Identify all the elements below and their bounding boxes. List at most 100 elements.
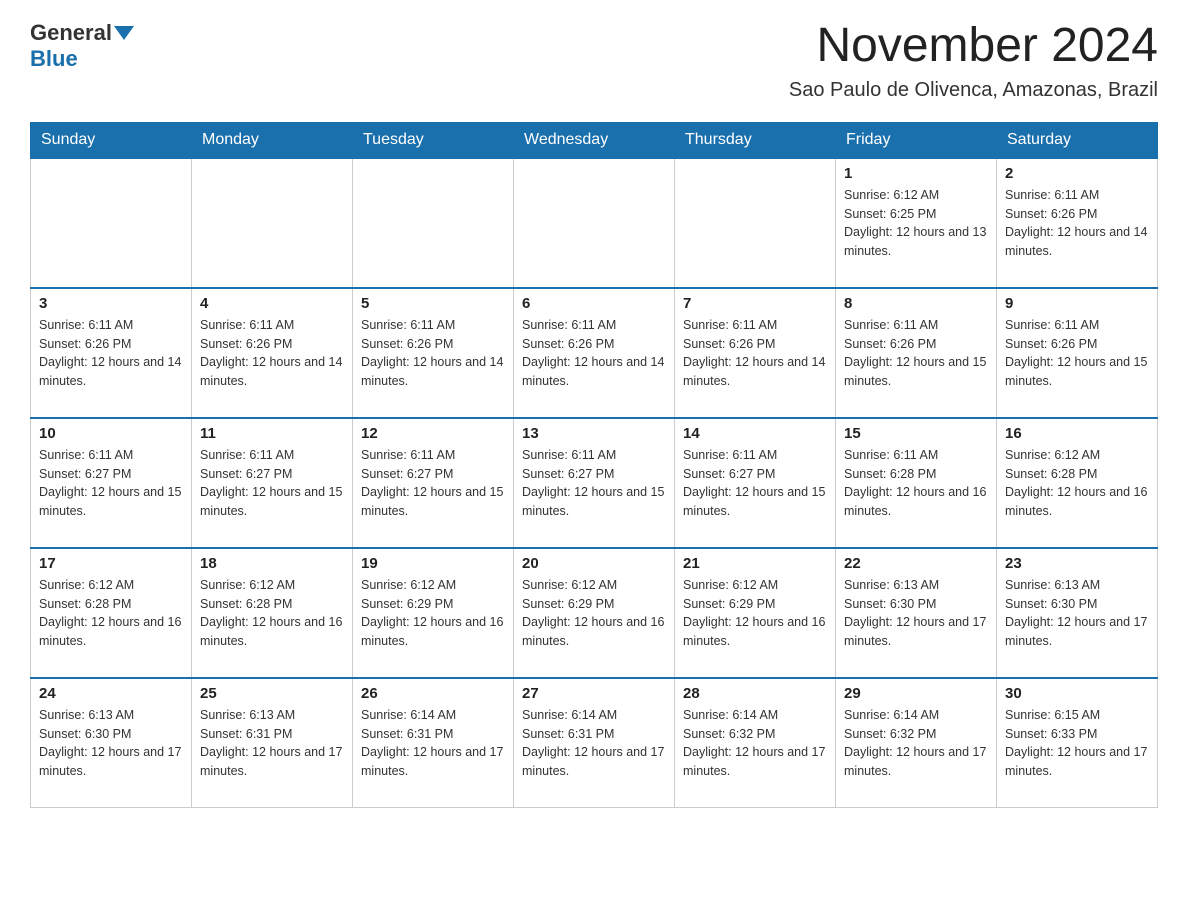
day-number: 23 [1005,555,1149,572]
calendar-day-cell: 12Sunrise: 6:11 AMSunset: 6:27 PMDayligh… [353,418,514,548]
day-info: Sunrise: 6:11 AMSunset: 6:27 PMDaylight:… [683,446,827,521]
day-number: 24 [39,685,183,702]
day-number: 1 [844,165,988,182]
calendar-day-cell: 11 Sunrise: 6:11 AMSunset: 6:27 PMDayligh… [192,418,353,548]
calendar-day-cell: 21 Sunrise: 6:12 AMSunset: 6:29 PMDayligh… [675,548,836,678]
day-info: Sunrise: 6:11 AMSunset: 6:27 PMDaylight:… [361,446,505,521]
day-number: 30 [1005,685,1149,702]
calendar-week-row: 24 Sunrise: 6:13 AMSunset: 6:30 PMDayligh… [31,678,1158,808]
day-info: Sunrise: 6:12 AMSunset: 6:29 PMDaylight:… [361,576,505,651]
calendar-day-cell: 8 Sunrise: 6:11 AMSunset: 6:26 PMDaylight… [836,288,997,418]
calendar-day-cell: 6 Sunrise: 6:11 AMSunset: 6:26 PMDaylight… [514,288,675,418]
day-number: 7 [683,295,827,312]
calendar-day-cell: 26 Sunrise: 6:14 AMSunset: 6:31 PMDayligh… [353,678,514,808]
day-info: Sunrise: 6:11 AMSunset: 6:26 PMDaylight:… [361,316,505,391]
calendar-day-cell: 22Sunrise: 6:13 AMSunset: 6:30 PMDayligh… [836,548,997,678]
calendar-header-tuesday: Tuesday [353,122,514,158]
calendar-day-cell: 20Sunrise: 6:12 AMSunset: 6:29 PMDayligh… [514,548,675,678]
day-number: 28 [683,685,827,702]
day-number: 9 [1005,295,1149,312]
day-number: 25 [200,685,344,702]
calendar-day-cell [675,158,836,288]
day-info: Sunrise: 6:13 AMSunset: 6:31 PMDaylight:… [200,706,344,781]
calendar-day-cell: 30 Sunrise: 6:15 AMSunset: 6:33 PMDayligh… [997,678,1158,808]
day-info: Sunrise: 6:11 AMSunset: 6:28 PMDaylight:… [844,446,988,521]
day-info: Sunrise: 6:14 AMSunset: 6:32 PMDaylight:… [844,706,988,781]
day-info: Sunrise: 6:11 AMSunset: 6:26 PMDaylight:… [1005,316,1149,391]
day-number: 29 [844,685,988,702]
calendar-header-thursday: Thursday [675,122,836,158]
day-number: 27 [522,685,666,702]
page-header: General Blue November 2024 Sao Paulo de … [30,20,1158,102]
logo-triangle-icon [114,26,134,40]
calendar-day-cell: 18Sunrise: 6:12 AMSunset: 6:28 PMDayligh… [192,548,353,678]
day-info: Sunrise: 6:13 AMSunset: 6:30 PMDaylight:… [39,706,183,781]
calendar-day-cell: 1 Sunrise: 6:12 AMSunset: 6:25 PMDaylight… [836,158,997,288]
day-info: Sunrise: 6:11 AMSunset: 6:26 PMDaylight:… [522,316,666,391]
day-info: Sunrise: 6:11 AMSunset: 6:26 PMDaylight:… [39,316,183,391]
day-number: 21 [683,555,827,572]
day-info: Sunrise: 6:11 AMSunset: 6:26 PMDaylight:… [683,316,827,391]
day-info: Sunrise: 6:12 AMSunset: 6:25 PMDaylight:… [844,186,988,261]
calendar-day-cell: 24 Sunrise: 6:13 AMSunset: 6:30 PMDayligh… [31,678,192,808]
day-info: Sunrise: 6:11 AMSunset: 6:27 PMDaylight:… [200,446,344,521]
calendar-header-saturday: Saturday [997,122,1158,158]
logo-blue-text: Blue [30,46,78,71]
day-number: 26 [361,685,505,702]
calendar-day-cell: 4 Sunrise: 6:11 AMSunset: 6:26 PMDaylight… [192,288,353,418]
logo-general-text: General [30,20,112,46]
calendar-day-cell [192,158,353,288]
calendar-day-cell: 19 Sunrise: 6:12 AMSunset: 6:29 PMDayligh… [353,548,514,678]
day-info: Sunrise: 6:15 AMSunset: 6:33 PMDaylight:… [1005,706,1149,781]
day-number: 14 [683,425,827,442]
calendar-day-cell: 17 Sunrise: 6:12 AMSunset: 6:28 PMDayligh… [31,548,192,678]
calendar-header-row: SundayMondayTuesdayWednesdayThursdayFrid… [31,122,1158,158]
day-number: 4 [200,295,344,312]
calendar-header-wednesday: Wednesday [514,122,675,158]
calendar-header-friday: Friday [836,122,997,158]
day-number: 19 [361,555,505,572]
day-number: 8 [844,295,988,312]
calendar-day-cell: 5 Sunrise: 6:11 AMSunset: 6:26 PMDaylight… [353,288,514,418]
day-info: Sunrise: 6:12 AMSunset: 6:28 PMDaylight:… [39,576,183,651]
calendar-day-cell [31,158,192,288]
calendar-week-row: 10 Sunrise: 6:11 AMSunset: 6:27 PMDayligh… [31,418,1158,548]
day-info: Sunrise: 6:11 AMSunset: 6:26 PMDaylight:… [1005,186,1149,261]
title-section: November 2024 Sao Paulo de Olivenca, Ama… [789,20,1158,102]
day-info: Sunrise: 6:11 AMSunset: 6:26 PMDaylight:… [200,316,344,391]
day-info: Sunrise: 6:14 AMSunset: 6:31 PMDaylight:… [361,706,505,781]
day-number: 22 [844,555,988,572]
day-info: Sunrise: 6:12 AMSunset: 6:28 PMDaylight:… [200,576,344,651]
calendar-day-cell: 16Sunrise: 6:12 AMSunset: 6:28 PMDayligh… [997,418,1158,548]
day-info: Sunrise: 6:12 AMSunset: 6:29 PMDaylight:… [683,576,827,651]
month-title: November 2024 [789,20,1158,73]
day-number: 6 [522,295,666,312]
calendar-week-row: 1 Sunrise: 6:12 AMSunset: 6:25 PMDaylight… [31,158,1158,288]
calendar-week-row: 17 Sunrise: 6:12 AMSunset: 6:28 PMDayligh… [31,548,1158,678]
calendar-day-cell: 14 Sunrise: 6:11 AMSunset: 6:27 PMDayligh… [675,418,836,548]
calendar-day-cell: 25 Sunrise: 6:13 AMSunset: 6:31 PMDayligh… [192,678,353,808]
day-info: Sunrise: 6:11 AMSunset: 6:26 PMDaylight:… [844,316,988,391]
calendar-day-cell: 15Sunrise: 6:11 AMSunset: 6:28 PMDayligh… [836,418,997,548]
day-number: 10 [39,425,183,442]
location-title: Sao Paulo de Olivenca, Amazonas, Brazil [789,79,1158,102]
calendar-header-monday: Monday [192,122,353,158]
calendar-day-cell: 29 Sunrise: 6:14 AMSunset: 6:32 PMDayligh… [836,678,997,808]
calendar-header-sunday: Sunday [31,122,192,158]
day-number: 17 [39,555,183,572]
calendar-day-cell [353,158,514,288]
calendar-day-cell: 2Sunrise: 6:11 AMSunset: 6:26 PMDaylight… [997,158,1158,288]
calendar-day-cell: 28 Sunrise: 6:14 AMSunset: 6:32 PMDayligh… [675,678,836,808]
calendar-day-cell [514,158,675,288]
day-info: Sunrise: 6:13 AMSunset: 6:30 PMDaylight:… [1005,576,1149,651]
day-info: Sunrise: 6:14 AMSunset: 6:32 PMDaylight:… [683,706,827,781]
calendar-day-cell: 7 Sunrise: 6:11 AMSunset: 6:26 PMDaylight… [675,288,836,418]
calendar-table: SundayMondayTuesdayWednesdayThursdayFrid… [30,122,1158,809]
logo: General Blue [30,20,134,72]
calendar-day-cell: 27Sunrise: 6:14 AMSunset: 6:31 PMDayligh… [514,678,675,808]
day-info: Sunrise: 6:12 AMSunset: 6:29 PMDaylight:… [522,576,666,651]
calendar-day-cell: 23 Sunrise: 6:13 AMSunset: 6:30 PMDayligh… [997,548,1158,678]
day-number: 5 [361,295,505,312]
day-number: 11 [200,425,344,442]
day-info: Sunrise: 6:11 AMSunset: 6:27 PMDaylight:… [39,446,183,521]
